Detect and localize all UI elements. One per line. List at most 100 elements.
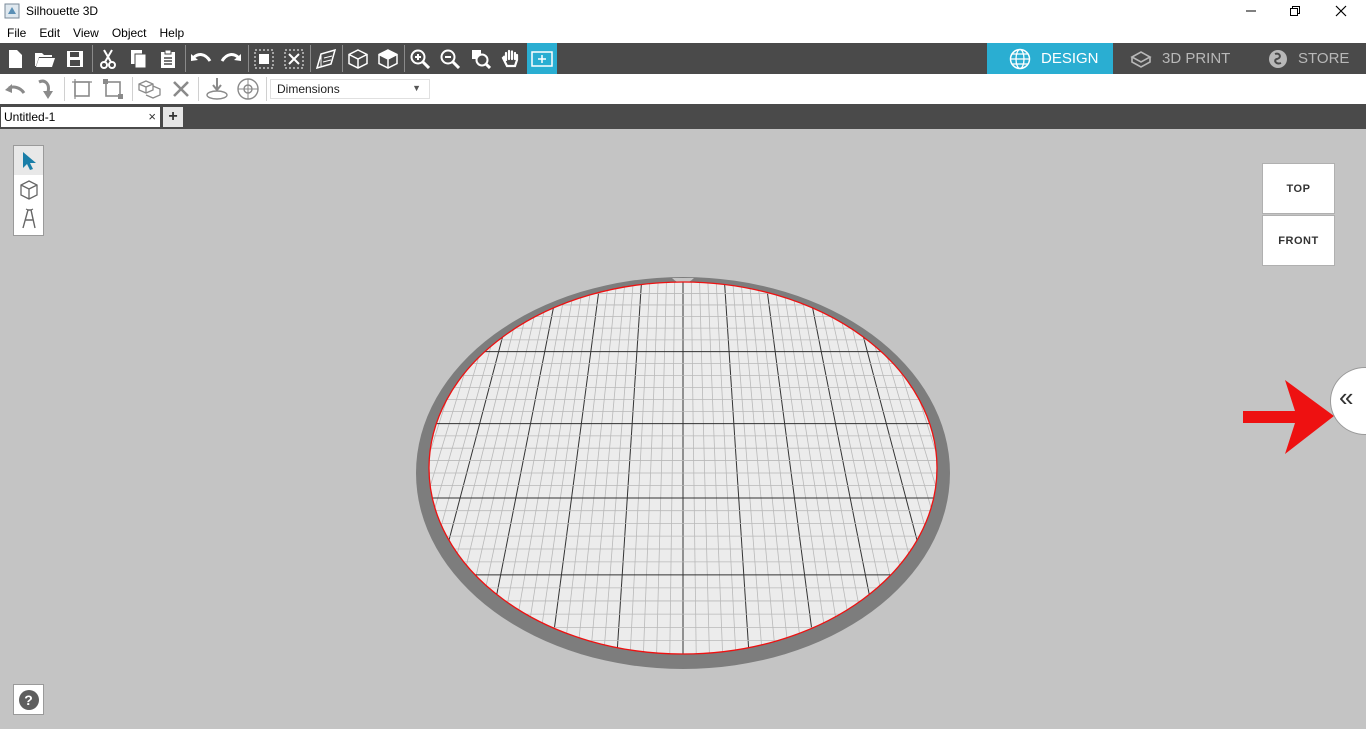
cube-view-top-button[interactable] [373,43,403,74]
menu-bar: File Edit View Object Help [0,22,1366,43]
redo-icon [220,52,241,62]
menu-help[interactable]: Help [153,26,191,40]
undo-icon [191,52,212,62]
menu-file[interactable]: File [0,26,32,40]
rotate-down-button[interactable] [32,76,58,102]
chevron-down-icon: ▼ [412,83,421,93]
drop-to-floor-button[interactable] [204,76,230,102]
ungroup-icon [284,49,304,68]
copy-icon [131,49,147,68]
ungroup-button[interactable] [279,43,309,74]
rotate-left-button[interactable] [2,76,28,102]
align-button[interactable] [69,76,95,102]
tab-store-label: STORE [1298,50,1350,67]
view-cube: TOP FRONT [1262,163,1335,266]
open-file-button[interactable] [30,43,60,74]
dimensions-select-value: Dimensions [277,82,340,96]
select-tool[interactable] [14,146,43,175]
center-button[interactable] [235,76,261,102]
copy-button[interactable] [123,43,153,74]
help-icon: ? [18,689,39,710]
text-tool[interactable] [14,204,43,233]
printer-icon [1130,50,1152,68]
tab-design[interactable]: DESIGN [987,43,1113,74]
cube-icon [348,48,368,69]
menu-object[interactable]: Object [105,26,153,40]
distribute-button[interactable] [100,76,126,102]
secondary-toolbar [0,74,1366,104]
zoom-in-icon [410,49,430,69]
tab-design-label: DESIGN [1041,50,1099,67]
main-toolbar: DESIGN 3D PRINT STORE [0,43,1366,74]
menu-view[interactable]: View [66,26,105,40]
document-tab-bar: Untitled-1 × + [0,104,1366,129]
canvas-3d-view[interactable] [0,129,1366,729]
annotation-arrow [1243,380,1334,454]
document-tab[interactable]: Untitled-1 × [1,107,160,127]
delete-icon [173,81,189,97]
cut-button[interactable] [93,43,123,74]
restore-icon [1290,6,1300,16]
distribute-icon [103,79,123,99]
drop-to-floor-icon [206,78,228,100]
align-icon [72,79,92,99]
cube-view-button[interactable] [343,43,373,74]
hand-icon [501,49,519,67]
tab-3d-print-label: 3D PRINT [1162,50,1231,67]
center-icon [237,78,259,100]
fit-to-view-button[interactable] [527,43,557,74]
restore-button[interactable] [1272,0,1318,22]
group-button[interactable] [249,43,279,74]
pan-button[interactable] [496,43,526,74]
cursor-arrow-icon [22,151,36,170]
globe-icon [1009,48,1031,69]
rotate-down-icon [38,79,53,99]
minimize-icon [1246,10,1256,12]
left-tool-palette [13,145,44,236]
text-3d-icon [21,208,36,228]
double-chevron-left-icon: « [1339,382,1354,412]
fit-view-icon [531,50,553,67]
add-tab-button[interactable]: + [163,107,183,127]
folder-open-icon [35,52,55,67]
rotate-left-icon [5,84,26,94]
scissors-icon [100,48,116,69]
paste-button[interactable] [153,43,183,74]
cube-top-icon [378,48,398,69]
zoom-out-button[interactable] [435,43,465,74]
save-button[interactable] [60,43,90,74]
duplicate-button[interactable] [137,76,163,102]
zoom-in-button[interactable] [405,43,435,74]
document-tab-name: Untitled-1 [4,110,56,124]
app-icon [4,3,20,19]
duplicate-icon [138,80,161,99]
view-perspective-button[interactable] [311,43,341,74]
close-window-button[interactable] [1318,0,1364,22]
close-icon [1335,5,1347,17]
new-file-icon [9,49,22,68]
menu-edit[interactable]: Edit [32,26,66,40]
group-icon [254,49,274,68]
new-file-button[interactable] [0,43,30,74]
undo-button[interactable] [186,43,216,74]
save-icon [67,50,83,67]
dimensions-select[interactable]: Dimensions ▼ [270,79,430,99]
tab-3d-print[interactable]: 3D PRINT [1113,43,1245,74]
help-button[interactable]: ? [13,684,44,715]
cube-icon [19,179,38,200]
tab-store[interactable]: STORE [1245,43,1366,74]
zoom-selection-button[interactable] [466,43,496,74]
store-icon [1269,49,1287,68]
clipboard-icon [161,49,175,68]
shape-tool[interactable] [14,175,43,204]
title-bar: Silhouette 3D [0,0,1366,22]
close-tab-icon[interactable]: × [148,109,156,124]
zoom-selection-icon [472,49,491,69]
minimize-button[interactable] [1228,0,1274,22]
delete-button[interactable] [168,76,194,102]
redo-button[interactable] [216,43,246,74]
zoom-out-icon [440,49,460,69]
view-cube-front[interactable]: FRONT [1262,215,1335,266]
window-title: Silhouette 3D [26,4,99,18]
view-cube-top[interactable]: TOP [1262,163,1335,214]
